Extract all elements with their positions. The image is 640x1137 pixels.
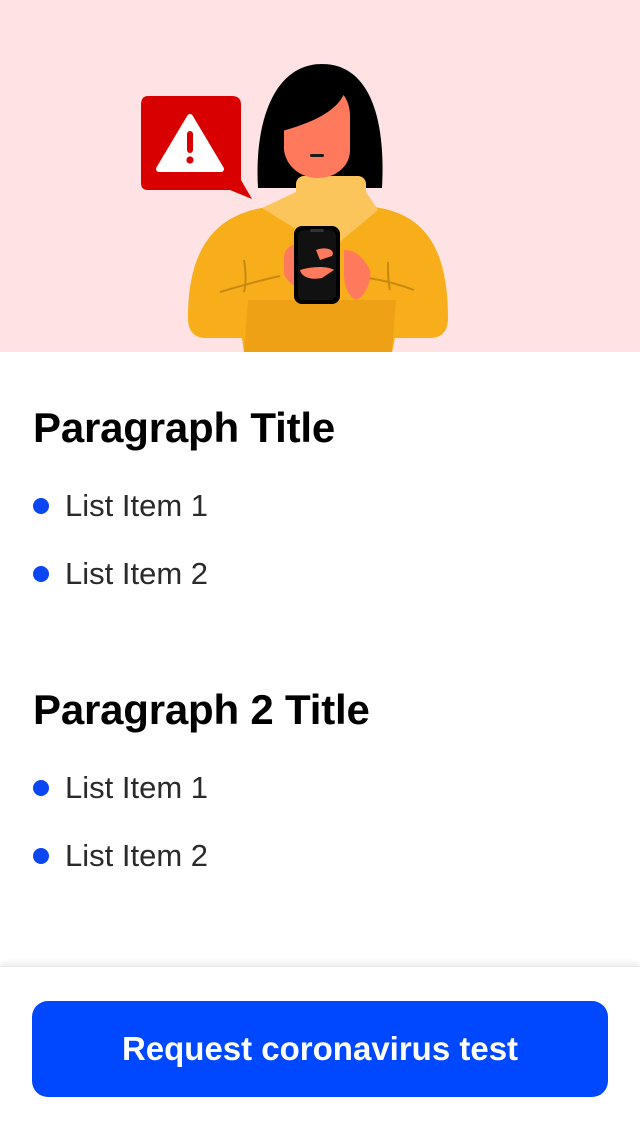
list-item-label: List Item 2 xyxy=(65,838,208,873)
list-item: List Item 2 xyxy=(33,822,370,890)
bullet-icon xyxy=(33,498,49,514)
list-item-label: List Item 1 xyxy=(65,770,208,805)
section-1: Paragraph Title List Item 1 List Item 2 xyxy=(0,404,335,608)
bullet-list: List Item 1 List Item 2 xyxy=(33,472,335,608)
list-item: List Item 1 xyxy=(33,472,335,540)
warning-icon xyxy=(141,96,252,199)
section-2: Paragraph 2 Title List Item 1 List Item … xyxy=(0,686,370,890)
list-item: List Item 1 xyxy=(33,754,370,822)
list-item: List Item 2 xyxy=(33,540,335,608)
bullet-list: List Item 1 List Item 2 xyxy=(33,754,370,890)
request-test-button[interactable]: Request coronavirus test xyxy=(32,1001,608,1097)
list-item-label: List Item 1 xyxy=(65,488,208,523)
woman-with-phone-illustration xyxy=(141,64,448,352)
bullet-icon xyxy=(33,848,49,864)
section-title: Paragraph Title xyxy=(33,404,335,451)
bullet-icon xyxy=(33,780,49,796)
bottom-action-bar: Request coronavirus test xyxy=(0,966,640,1137)
hero-illustration xyxy=(0,0,640,352)
section-title: Paragraph 2 Title xyxy=(33,686,370,733)
bullet-icon xyxy=(33,566,49,582)
list-item-label: List Item 2 xyxy=(65,556,208,591)
